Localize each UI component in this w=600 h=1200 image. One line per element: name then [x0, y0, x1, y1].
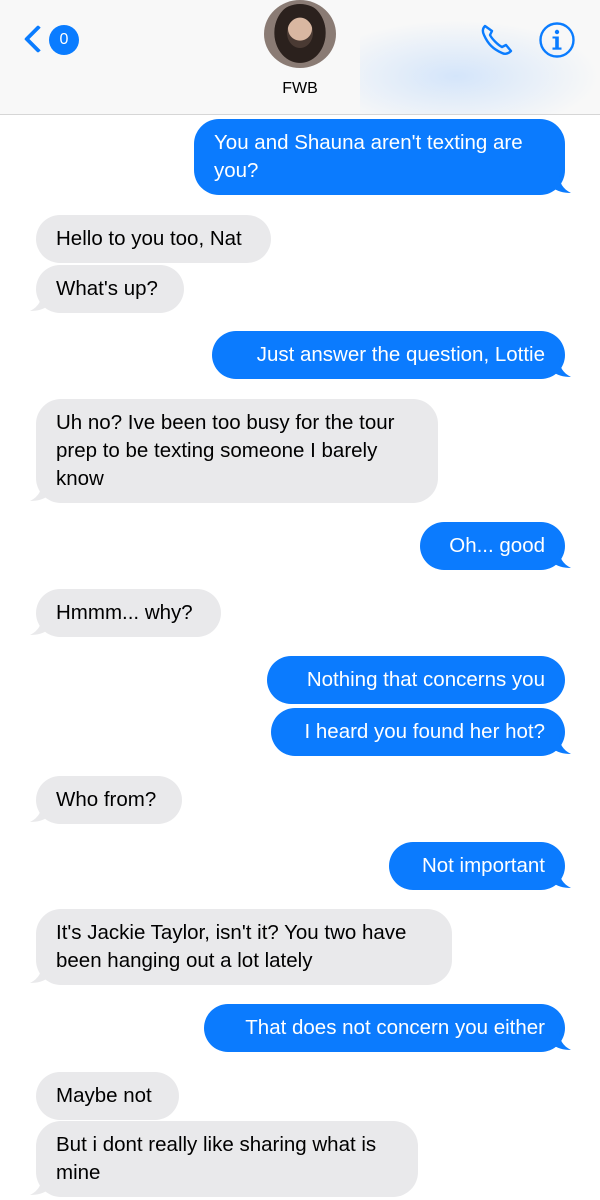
back-button[interactable]: 0 [22, 20, 79, 60]
incoming-message[interactable]: What's up? [36, 265, 184, 313]
incoming-message[interactable]: Maybe not [36, 1072, 179, 1120]
bubble-tail [553, 548, 571, 568]
outgoing-message[interactable]: Not important [389, 842, 565, 890]
bubble-tail [553, 1030, 571, 1050]
contact-name[interactable]: FWB [250, 80, 350, 98]
incoming-message[interactable]: Hmmm... why? [36, 589, 221, 637]
bubble-tail [30, 481, 48, 501]
bubble-tail [553, 357, 571, 377]
bubble-tail [30, 615, 48, 635]
outgoing-message[interactable]: I heard you found her hot? [271, 708, 565, 756]
bubble-tail [30, 291, 48, 311]
incoming-message[interactable]: Uh no? Ive been too busy for the tour pr… [36, 399, 438, 503]
outgoing-message[interactable]: That does not concern you either [204, 1004, 565, 1052]
info-icon [539, 22, 575, 58]
outgoing-message[interactable]: You and Shauna aren't texting are you? [194, 119, 565, 195]
chevron-left-icon [23, 24, 53, 54]
outgoing-message[interactable]: Oh... good [420, 522, 565, 570]
bubble-tail [553, 173, 571, 193]
bubble-tail [553, 868, 571, 888]
incoming-message[interactable]: But i dont really like sharing what is m… [36, 1121, 418, 1197]
outgoing-message[interactable]: Just answer the question, Lottie [212, 331, 565, 379]
incoming-message[interactable]: Who from? [36, 776, 182, 824]
outgoing-message[interactable]: Nothing that concerns you [267, 656, 565, 704]
bubble-tail [553, 734, 571, 754]
bubble-tail [30, 1175, 48, 1195]
phone-icon [481, 24, 513, 56]
bubble-tail [30, 963, 48, 983]
conversation-header: 0 FWB [0, 0, 600, 115]
incoming-message[interactable]: Hello to you too, Nat [36, 215, 271, 263]
avatar[interactable] [264, 0, 336, 68]
bubble-tail [30, 802, 48, 822]
avatar-photo [270, 4, 330, 68]
info-button[interactable] [538, 21, 576, 59]
incoming-message[interactable]: It's Jackie Taylor, isn't it? You two ha… [36, 909, 452, 985]
call-button[interactable] [476, 20, 516, 60]
unread-count-badge: 0 [49, 25, 79, 55]
